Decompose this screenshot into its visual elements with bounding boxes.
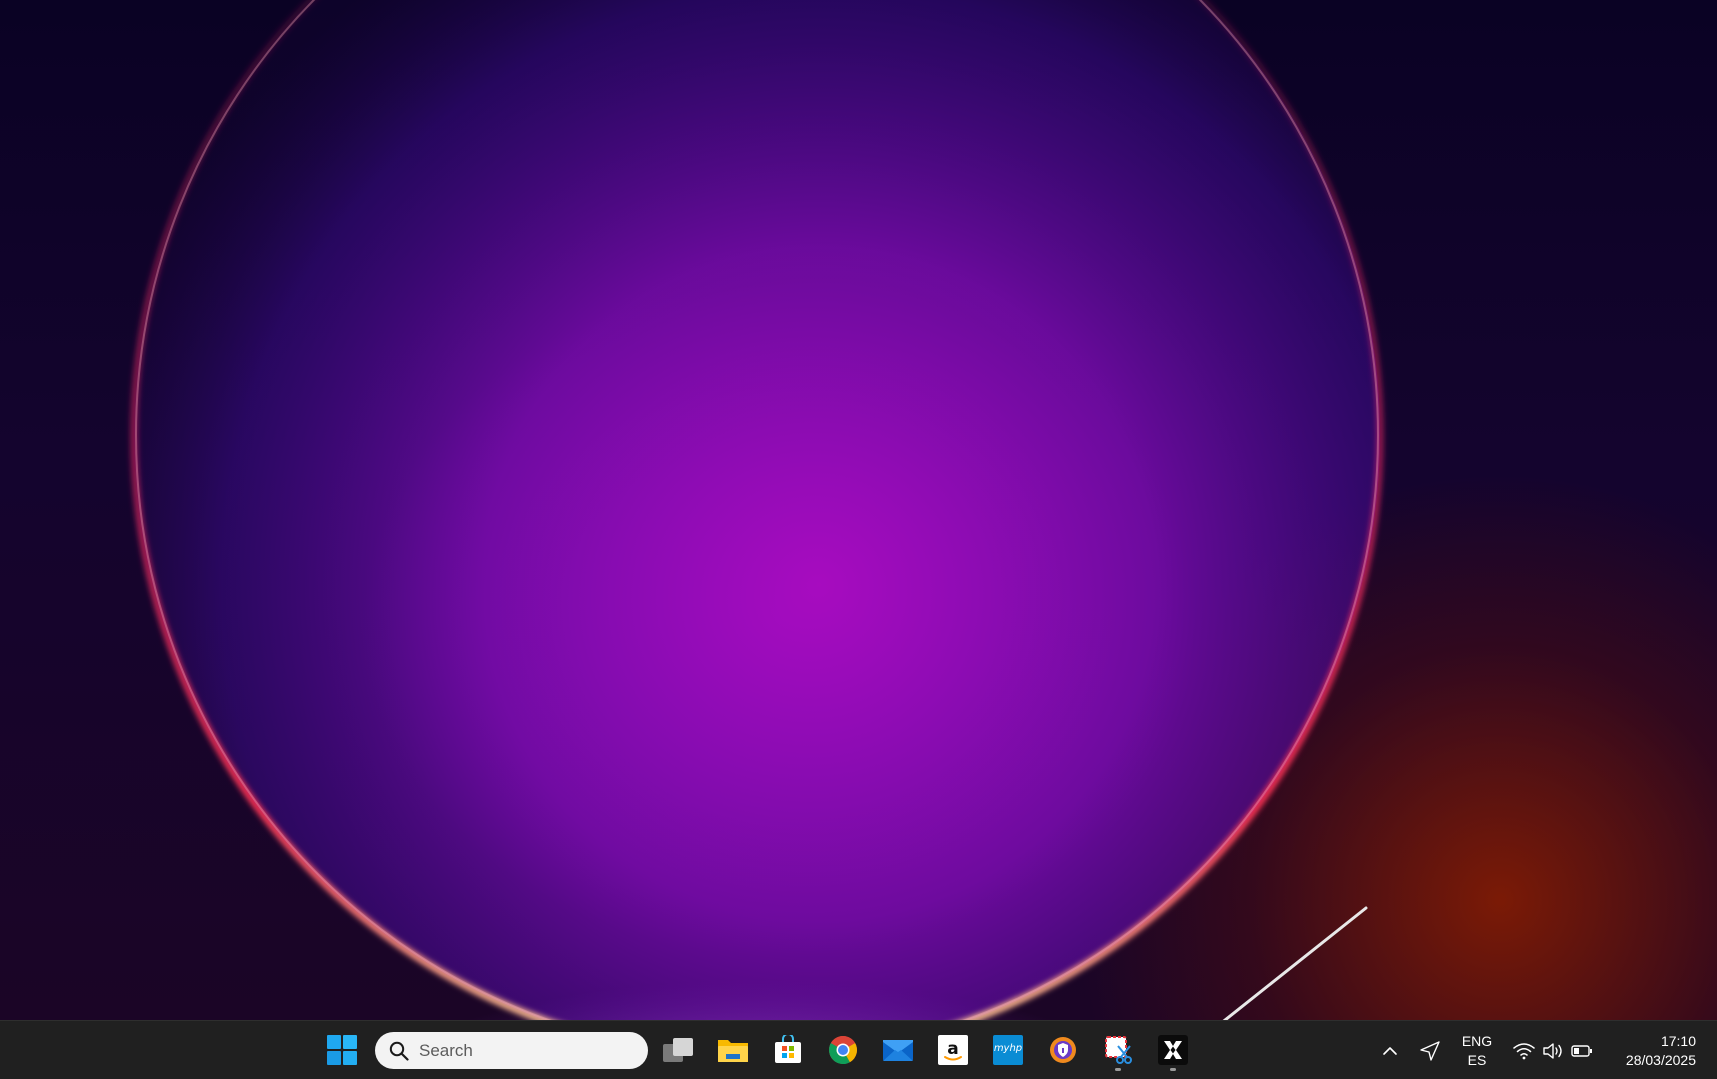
volume-icon — [1541, 1039, 1565, 1063]
wifi-icon — [1512, 1039, 1536, 1063]
microsoft-store-button[interactable] — [766, 1029, 810, 1071]
file-explorer-button[interactable] — [711, 1029, 755, 1071]
start-button[interactable] — [320, 1029, 364, 1071]
windows-logo-icon — [327, 1035, 357, 1065]
snipping-tool-icon — [1105, 1036, 1132, 1064]
task-view-button[interactable] — [656, 1029, 700, 1071]
taskbar: Search a myhp ENG ES 17:10 28/03/2025 — [0, 1020, 1717, 1079]
clock[interactable]: 17:10 28/03/2025 — [1604, 1031, 1710, 1071]
amazon-button[interactable]: a — [931, 1029, 975, 1071]
svg-text:a: a — [947, 1039, 958, 1059]
mail-icon — [883, 1040, 913, 1061]
desktop-wallpaper — [0, 0, 1717, 1020]
wallpaper-orb — [130, 0, 1384, 1020]
annotation-arrow — [1222, 906, 1368, 1020]
search-icon — [387, 1039, 411, 1063]
chrome-icon — [829, 1036, 857, 1065]
task-view-icon — [663, 1038, 693, 1062]
language-indicator[interactable]: ENG ES — [1452, 1031, 1502, 1071]
shield-icon — [1050, 1037, 1076, 1063]
clock-date: 28/03/2025 — [1625, 1052, 1696, 1068]
vpn-button[interactable] — [1041, 1029, 1085, 1071]
clock-time: 17:10 — [1660, 1033, 1696, 1049]
running-indicator — [1115, 1068, 1121, 1071]
amazon-icon: a — [938, 1035, 968, 1065]
x-app-icon — [1158, 1035, 1188, 1065]
mail-button[interactable] — [876, 1029, 920, 1071]
location-button[interactable] — [1418, 1039, 1442, 1063]
running-indicator — [1170, 1068, 1176, 1071]
chrome-button[interactable] — [821, 1029, 865, 1071]
snipping-tool-button[interactable] — [1096, 1029, 1140, 1071]
show-hidden-icons-button[interactable] — [1378, 1039, 1402, 1063]
location-arrow-icon — [1420, 1041, 1440, 1061]
store-icon — [775, 1035, 801, 1063]
search-label: Search — [419, 1040, 473, 1060]
x-app-button[interactable] — [1151, 1029, 1195, 1071]
chevron-up-icon — [1383, 1047, 1397, 1055]
language-primary: ENG — [1461, 1033, 1493, 1049]
language-secondary: ES — [1467, 1052, 1487, 1068]
taskbar-search-box[interactable]: Search — [375, 1032, 648, 1069]
myhp-label: myhp — [993, 1043, 1023, 1054]
myhp-button[interactable]: myhp — [986, 1029, 1030, 1071]
battery-icon — [1570, 1039, 1594, 1063]
network-volume-battery-group[interactable] — [1508, 1031, 1598, 1071]
folder-icon — [718, 1040, 748, 1062]
